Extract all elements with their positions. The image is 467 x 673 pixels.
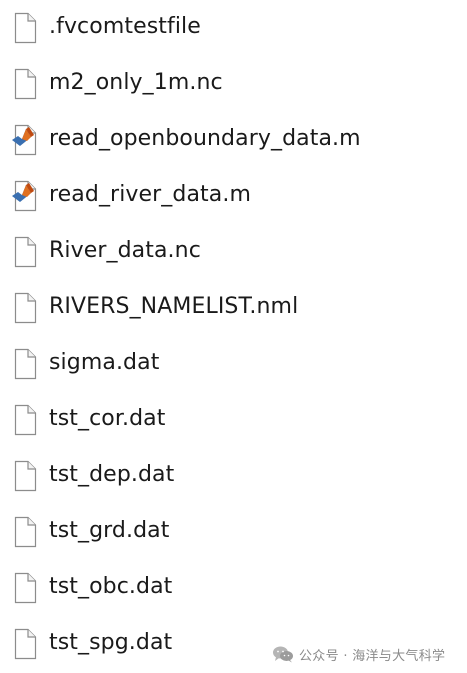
file-item-river-data-nc[interactable]: River_data.nc — [0, 224, 420, 280]
file-name: tst_spg.dat — [49, 630, 173, 655]
file-item-rivers-namelist-nml[interactable]: RIVERS_NAMELIST.nml — [0, 280, 420, 336]
watermark-text: 公众号 · 海洋与大气科学 — [299, 648, 446, 664]
watermark: 公众号 · 海洋与大气科学 — [272, 642, 445, 666]
file-item-tst-grd-dat[interactable]: tst_grd.dat — [0, 504, 420, 560]
file-item-tst-cor-dat[interactable]: tst_cor.dat — [0, 392, 420, 448]
blank-file-icon — [11, 12, 39, 44]
file-item-read-river-data-m[interactable]: read_river_data.m — [0, 168, 420, 224]
file-name: sigma.dat — [49, 350, 160, 375]
file-item-sigma-dat[interactable]: sigma.dat — [0, 336, 420, 392]
blank-file-icon — [11, 628, 39, 660]
wechat-icon — [273, 646, 293, 663]
blank-file-icon — [11, 68, 39, 100]
blank-file-icon — [11, 516, 39, 548]
file-item-tst-dep-dat[interactable]: tst_dep.dat — [0, 448, 420, 504]
file-name: River_data.nc — [49, 238, 201, 263]
file-name: tst_grd.dat — [49, 518, 170, 543]
blank-file-icon — [11, 572, 39, 604]
file-item-fvcomtestfile[interactable]: .fvcomtestfile — [0, 0, 420, 56]
file-name: RIVERS_NAMELIST.nml — [49, 294, 299, 319]
file-item-tst-obc-dat[interactable]: tst_obc.dat — [0, 560, 420, 616]
file-name: read_openboundary_data.m — [49, 126, 361, 151]
file-name: tst_obc.dat — [49, 574, 173, 599]
blank-file-icon — [11, 236, 39, 268]
blank-file-icon — [11, 292, 39, 324]
matlab-file-icon — [11, 124, 39, 156]
matlab-file-icon — [11, 180, 39, 212]
file-name: read_river_data.m — [49, 182, 251, 207]
file-name: m2_only_1m.nc — [49, 70, 223, 95]
file-name: tst_dep.dat — [49, 462, 175, 487]
blank-file-icon — [11, 404, 39, 436]
blank-file-icon — [11, 348, 39, 380]
file-item-m2-only-1m-nc[interactable]: m2_only_1m.nc — [0, 56, 420, 112]
file-item-read-openboundary-data-m[interactable]: read_openboundary_data.m — [0, 112, 420, 168]
blank-file-icon — [11, 460, 39, 492]
file-name: .fvcomtestfile — [49, 14, 201, 39]
file-name: tst_cor.dat — [49, 406, 166, 431]
